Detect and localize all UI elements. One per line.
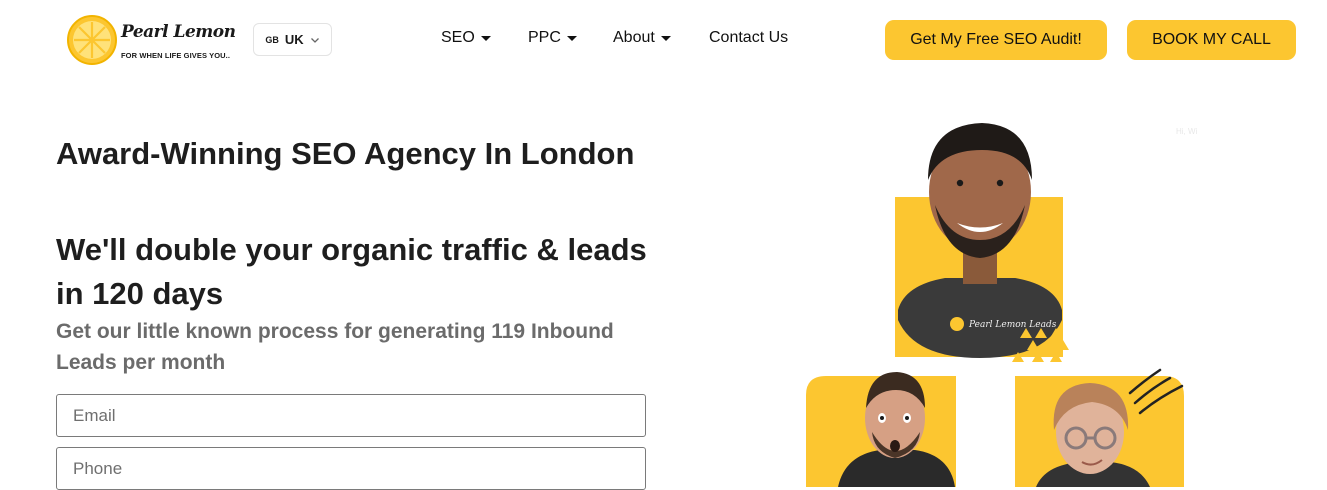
- shirt-print: Pearl Lemon Leads: [968, 320, 1057, 330]
- team-member-photo-left: [806, 372, 956, 487]
- team-member-photo-right: [1015, 368, 1184, 487]
- team-photos: Pearl Lemon Leads: [806, 123, 1184, 487]
- team-member-photo-top: Pearl Lemon Leads: [895, 123, 1069, 362]
